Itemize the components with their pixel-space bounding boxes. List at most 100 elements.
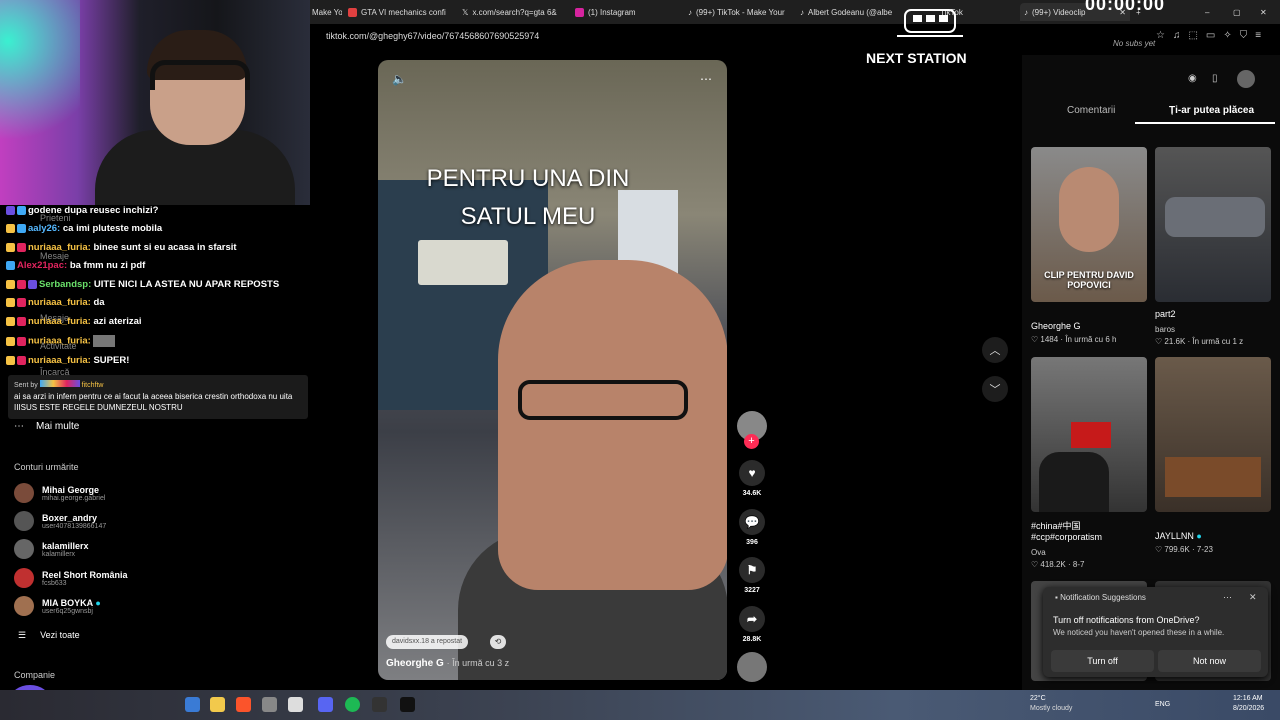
- notification-header: ▪ Notification Suggestions: [1055, 593, 1146, 602]
- avatar: [14, 483, 34, 503]
- chat-message: Serbandsp: UITE NICI LA ASTEA NU APAR RE…: [6, 279, 279, 290]
- tab-favicon-icon: [348, 7, 357, 17]
- tiktok-icon: ♪: [1024, 7, 1028, 17]
- following-account[interactable]: MIA BOYKA ● user6q25gwnsbj: [14, 596, 101, 616]
- minimize-icon[interactable]: –: [1205, 3, 1215, 21]
- thumb-flag: [1071, 422, 1111, 448]
- overlay-subs-text: No subs yet: [1113, 39, 1156, 48]
- thumb-overlay-text: CLIP PENTRU DAVID POPOVICI: [1044, 270, 1134, 290]
- notification-title: Turn off notifications from OneDrive?: [1053, 615, 1200, 625]
- app-icon[interactable]: [262, 697, 277, 712]
- recommended-thumbnail[interactable]: [1031, 357, 1147, 512]
- clock-date[interactable]: 8/20/2026: [1233, 705, 1264, 712]
- weather-desc[interactable]: Mostly cloudy: [1030, 705, 1072, 712]
- recommended-thumbnail[interactable]: CLIP PENTRU DAVID POPOVICI: [1031, 147, 1147, 302]
- company-label[interactable]: Companie: [14, 670, 55, 680]
- spotify-icon[interactable]: [345, 697, 360, 712]
- window-close-icon[interactable]: ✕: [1260, 3, 1270, 21]
- repost-icon[interactable]: ⟲: [490, 635, 506, 649]
- recommended-thumbnail[interactable]: [1155, 147, 1271, 302]
- more-menu[interactable]: ⋯ Mai multe: [14, 421, 79, 432]
- thumb-title[interactable]: #china#中国 #ccp#corporatism: [1031, 519, 1141, 542]
- volume-icon[interactable]: 🔈: [392, 72, 407, 86]
- clock-time[interactable]: 12:16 AM: [1233, 695, 1263, 702]
- browser-toolbar-icons[interactable]: ☆♫⬚▭✧⛉≡: [1156, 30, 1269, 41]
- discord-icon[interactable]: [318, 697, 333, 712]
- previous-video-button[interactable]: ︿: [982, 337, 1008, 363]
- list-icon: ☰: [18, 630, 27, 640]
- turn-off-button[interactable]: Turn off: [1051, 650, 1154, 672]
- thumb-stats: ♡ 1484 · În urmă cu 6 h: [1031, 335, 1117, 344]
- see-all-link[interactable]: ☰ Vezi toate: [18, 630, 80, 641]
- avatar: [14, 568, 34, 588]
- next-video-button[interactable]: ﹀: [982, 376, 1008, 402]
- save-button[interactable]: ⚑ 3227: [737, 557, 767, 594]
- train-icon: [897, 9, 963, 37]
- avatar: [14, 511, 34, 531]
- neon-light: [0, 0, 80, 205]
- close-icon[interactable]: ✕: [1249, 592, 1257, 603]
- brave-icon[interactable]: [236, 697, 251, 712]
- sound-disc[interactable]: [737, 652, 767, 682]
- browser-tab[interactable]: ♪ Albert Godeanu (@albe: [800, 3, 895, 21]
- app-icon[interactable]: [288, 697, 303, 712]
- chat-message: nuriaaa_furia: binee sunt si eu acasa in…: [6, 242, 237, 253]
- profile-avatar[interactable]: [1237, 70, 1255, 88]
- following-account[interactable]: Mihai George mihai.george.gabriel: [14, 483, 105, 503]
- more-icon: ⋯: [14, 421, 24, 432]
- x-icon: 𝕏: [462, 7, 469, 17]
- weather-temp[interactable]: 22°C: [1030, 695, 1046, 702]
- webcam-feed: [0, 0, 310, 205]
- share-button[interactable]: ➦ 28.8K: [737, 606, 767, 643]
- follow-plus-icon[interactable]: +: [744, 434, 759, 449]
- tab-recommended[interactable]: Ți-ar putea plăcea: [1169, 105, 1254, 116]
- thumb-table: [1165, 457, 1261, 497]
- tiktok-icon: ♪: [688, 7, 692, 17]
- following-title: Conturi urmărite: [14, 462, 79, 472]
- browser-tab[interactable]: ♪ (99+) TikTok - Make Your: [688, 3, 788, 21]
- video-player[interactable]: PENTRU UNA DIN SATUL MEU 🔈 ⋯ davidsxx.18…: [378, 60, 727, 680]
- thumb-title[interactable]: Gheorghe G: [1031, 321, 1081, 331]
- video-author[interactable]: Gheorghe G · În urmă cu 3 z: [386, 658, 509, 669]
- thumb-title[interactable]: JAYLLNN ●: [1155, 531, 1202, 541]
- address-bar[interactable]: tiktok.com/@gheghy67/video/7674568607690…: [310, 27, 1280, 48]
- person-glasses: [518, 380, 688, 420]
- chat-message: nuriaaa_furia:: [6, 335, 116, 347]
- language-indicator[interactable]: ENG: [1155, 701, 1170, 708]
- browser-tab[interactable]: Make You: [312, 3, 342, 21]
- browser-tab[interactable]: 𝕏x.com/search?q=gta 6&: [462, 3, 562, 21]
- browser-tab[interactable]: (1) Instagram: [575, 3, 675, 21]
- verified-icon: ●: [95, 597, 101, 608]
- sent-by-line: Sent by fitchftw: [14, 380, 104, 389]
- file-explorer-icon[interactable]: [210, 697, 225, 712]
- phone-icon[interactable]: ▯: [1212, 73, 1218, 84]
- thumb-author[interactable]: Ova: [1031, 548, 1046, 557]
- chat-message: Alex21pac: ba fmm nu zi pdf: [6, 260, 145, 271]
- more-icon[interactable]: ⋯: [1223, 592, 1232, 603]
- following-account[interactable]: kalamillerx kalamillerx: [14, 539, 89, 559]
- thumb-title[interactable]: part2: [1155, 309, 1176, 319]
- not-now-button[interactable]: Not now: [1158, 650, 1261, 672]
- stream-timer: 00:00:00: [1085, 0, 1166, 14]
- more-options-icon[interactable]: ⋯: [700, 72, 712, 86]
- start-icon[interactable]: [185, 697, 200, 712]
- chat-message: nuriaaa_furia: da: [6, 297, 105, 308]
- thumb-car: [1165, 197, 1265, 237]
- repost-badge[interactable]: davidsxx.18 a repostat: [386, 635, 469, 649]
- share-icon: ➦: [739, 606, 765, 632]
- compass-icon[interactable]: ◉: [1188, 73, 1197, 84]
- following-account[interactable]: Reel Short România fcsb633: [14, 568, 128, 588]
- app-icon[interactable]: [400, 697, 415, 712]
- obs-icon[interactable]: [372, 697, 387, 712]
- browser-tab[interactable]: GTA VI mechanics confi: [348, 3, 448, 21]
- tab-comments[interactable]: Comentarii: [1067, 105, 1115, 116]
- chat-message: nuriaaa_furia: SUPER!: [6, 355, 129, 366]
- comment-button[interactable]: 💬 396: [737, 509, 767, 546]
- maximize-icon[interactable]: ▢: [1233, 3, 1243, 21]
- recommended-thumbnail[interactable]: [1155, 357, 1271, 512]
- like-button[interactable]: ♥ 34.6K: [737, 460, 767, 497]
- thumb-author[interactable]: baros: [1155, 325, 1175, 334]
- url-text[interactable]: tiktok.com/@gheghy67/video/7674568607690…: [326, 31, 539, 41]
- following-account[interactable]: Boxer_andry user4078139866147: [14, 511, 106, 531]
- avatar: [14, 596, 34, 616]
